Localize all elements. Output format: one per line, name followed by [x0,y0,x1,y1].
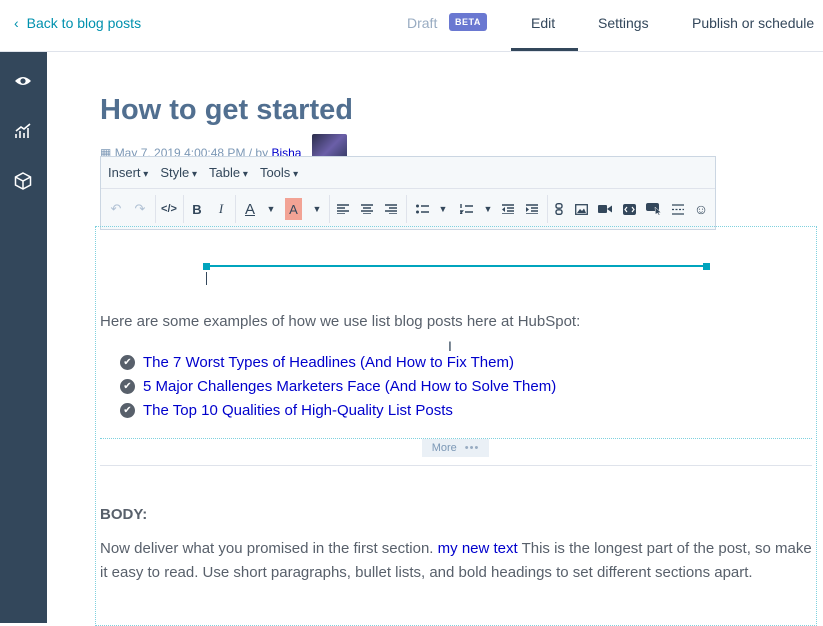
bold-icon[interactable]: B [189,198,205,220]
menu-insert[interactable]: Insert [108,165,148,180]
image-icon[interactable] [573,198,589,220]
active-tab-indicator [511,48,578,51]
undo-icon[interactable]: ↶ [108,198,124,220]
divider [100,465,812,466]
tab-publish[interactable]: Publish or schedule [692,15,814,31]
text-caret [206,272,207,285]
horizontal-rule[interactable] [206,265,707,267]
body-heading: BODY: [100,506,148,523]
align-right-icon[interactable] [383,198,399,220]
top-bar: ‹ Back to blog posts Draft BETA Edit Set… [0,0,823,52]
example-links-list: ✔ The 7 Worst Types of Headlines (And Ho… [120,350,556,422]
back-to-posts-link[interactable]: ‹ Back to blog posts [14,15,141,31]
embed-icon[interactable] [621,198,637,220]
eye-icon[interactable] [12,70,34,92]
redo-icon[interactable]: ↷ [132,198,148,220]
list-item: ✔ The 7 Worst Types of Headlines (And Ho… [120,350,556,374]
numbered-list-icon[interactable] [457,198,475,220]
body-paragraph: Now deliver what you promised in the fir… [100,537,812,585]
body-link[interactable]: my new text [438,540,518,557]
checkmark-icon: ✔ [120,402,135,418]
text-cursor-icon: I [448,338,452,354]
text-color-icon[interactable]: A [241,198,259,220]
more-options-icon[interactable]: ••• [465,442,480,454]
source-code-icon[interactable]: </> [159,198,179,220]
numbered-list-dropdown-icon[interactable]: ▼ [482,198,494,220]
menu-table[interactable]: Table [209,165,248,180]
link-icon[interactable] [551,198,567,220]
body-text-start: Now deliver what you promised in the fir… [100,540,438,557]
chevron-left-icon: ‹ [14,15,19,31]
analytics-icon[interactable] [12,120,34,142]
read-more-icon[interactable] [670,198,686,220]
menu-style[interactable]: Style [160,165,197,180]
read-more-label: More [431,442,457,454]
checkmark-icon: ✔ [120,378,135,394]
highlight-dropdown-icon[interactable]: ▼ [311,198,323,220]
text-color-dropdown-icon[interactable]: ▼ [265,198,277,220]
example-link-2[interactable]: 5 Major Challenges Marketers Face (And H… [143,378,556,395]
post-title[interactable]: How to get started [100,94,353,127]
tab-edit[interactable]: Edit [531,15,555,31]
highlight-color-icon[interactable]: A [285,198,302,220]
italic-icon[interactable]: I [213,198,229,220]
example-link-3[interactable]: The Top 10 Qualities of High-Quality Lis… [143,402,453,419]
outdent-icon[interactable] [500,198,516,220]
emoji-icon[interactable]: ☺ [693,198,709,220]
cta-icon[interactable] [645,198,663,220]
intro-paragraph: Here are some examples of how we use lis… [100,313,581,330]
list-item: ✔ 5 Major Challenges Marketers Face (And… [120,374,556,398]
left-sidebar [0,52,47,623]
resize-handle-left[interactable] [203,263,210,270]
align-center-icon[interactable] [359,198,375,220]
example-link-1[interactable]: The 7 Worst Types of Headlines (And How … [143,354,514,371]
menu-tools[interactable]: Tools [260,165,298,180]
tab-settings[interactable]: Settings [598,15,649,31]
checkmark-icon: ✔ [120,354,135,370]
draft-status: Draft [407,15,438,31]
read-more-tag[interactable]: More ••• [422,439,489,457]
bullet-list-dropdown-icon[interactable]: ▼ [437,198,449,220]
rich-text-toolbar: Insert Style Table Tools ↶ ↷ </> B I A ▼… [100,156,716,230]
cube-icon[interactable] [12,170,34,192]
beta-badge: BETA [449,13,487,31]
list-item: ✔ The Top 10 Qualities of High-Quality L… [120,398,556,422]
video-icon[interactable] [597,198,613,220]
back-label: Back to blog posts [26,15,142,31]
bullet-list-icon[interactable] [413,198,431,220]
align-left-icon[interactable] [335,198,351,220]
resize-handle-right[interactable] [703,263,710,270]
indent-icon[interactable] [524,198,540,220]
